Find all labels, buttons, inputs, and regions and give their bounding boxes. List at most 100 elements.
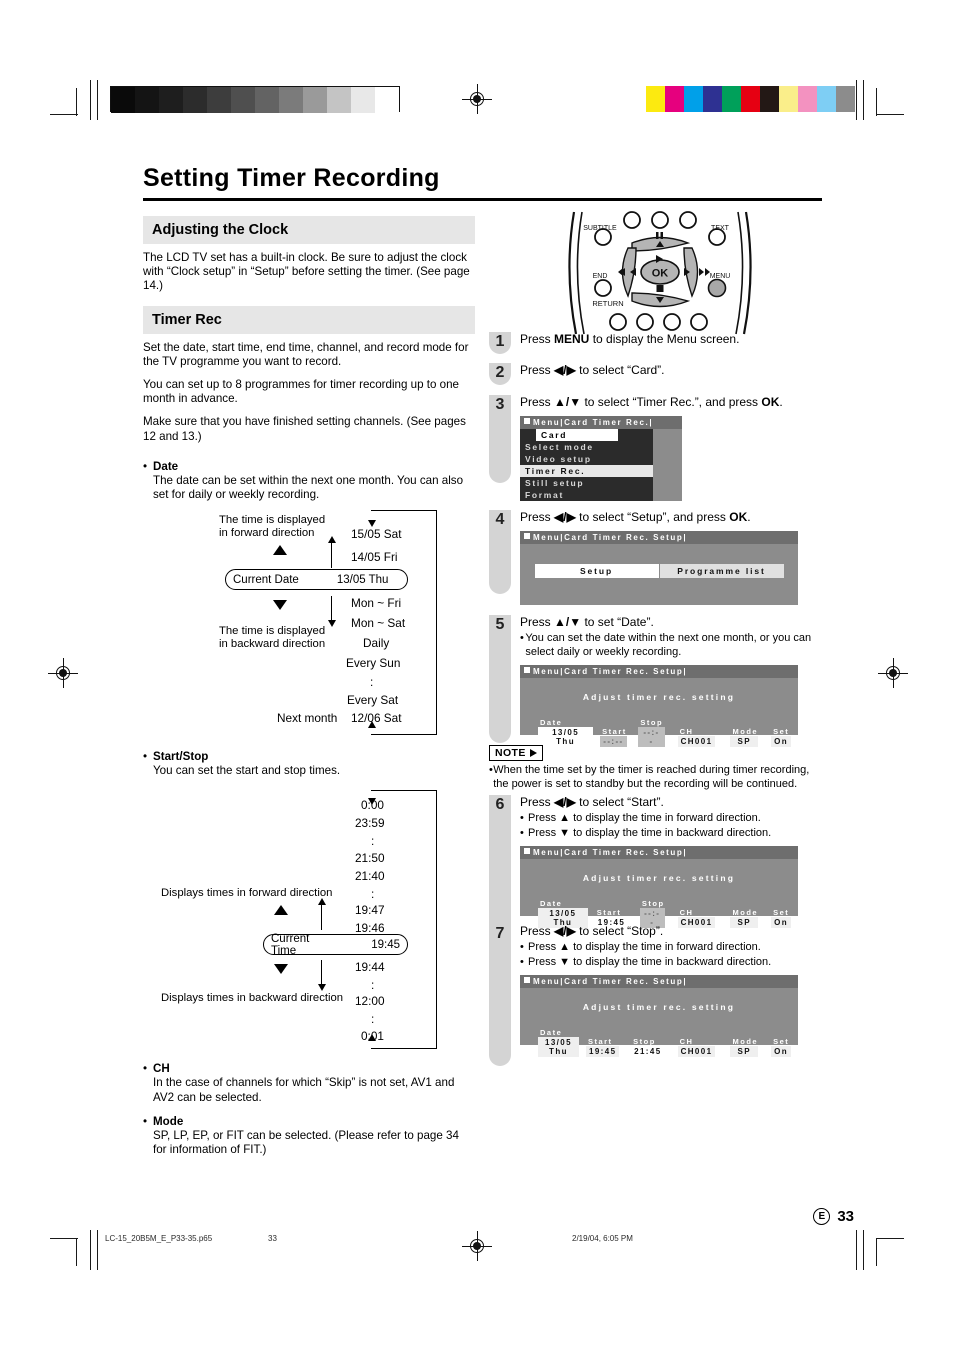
- step-number-badge: 5: [489, 615, 511, 743]
- osd-value-mode[interactable]: SP: [730, 736, 759, 747]
- step-7-sub-2: • Press ▼ to display the time in backward…: [520, 955, 822, 969]
- step-4-post: .: [747, 510, 751, 524]
- bullet-glyph: •: [143, 1114, 148, 1128]
- osd-value-start[interactable]: --:--: [600, 736, 627, 747]
- step-6-sub-2-text: Press ▼ to display the time in backward …: [528, 827, 772, 840]
- mode-text: SP, LP, EP, or FIT can be selected. (Ple…: [153, 1128, 459, 1157]
- page-marker: E 33: [813, 1208, 854, 1225]
- current-date-label: Current Date: [233, 573, 299, 586]
- osd-menu-item-format[interactable]: Format: [520, 489, 653, 501]
- bullet-glyph: •: [520, 941, 524, 954]
- cycle-loop-arrow-top: [368, 520, 376, 528]
- step-1-post: to display the Menu screen.: [589, 332, 740, 346]
- osd-value-stop[interactable]: 21:45: [631, 1046, 665, 1058]
- cycle-loop-arrow-bottom: [368, 1034, 376, 1042]
- step-2-post: to select “Card”.: [575, 363, 665, 377]
- osd-button-programme-list[interactable]: Programme list: [659, 564, 784, 578]
- step-number-badge: 4: [489, 510, 511, 594]
- step-7-post: to select “Stop”.: [575, 924, 664, 939]
- step-4: 4 Press ◀/▶ to select “Setup”, and press…: [489, 510, 822, 605]
- osd-square-icon: [524, 667, 530, 673]
- osd-titlebar: Menu|Card Timer Rec.|: [520, 416, 682, 429]
- osd-col-date: Date 13/05 Thu: [538, 1028, 579, 1058]
- step-4-text: Press ◀/▶ to select “Setup”, and press O…: [520, 510, 822, 525]
- osd-square-icon: [524, 533, 530, 539]
- osd-header-stop: Stop: [640, 718, 664, 727]
- osd-col-start: Start --:--: [600, 727, 627, 747]
- osd-value-start[interactable]: 19:45: [585, 1046, 620, 1058]
- osd-value-ch[interactable]: CH001: [677, 736, 716, 747]
- bullet-glyph: •: [143, 750, 148, 764]
- list-item-ch: • CH In the case of channels for which “…: [143, 1062, 475, 1104]
- remote-label-return: RETURN: [592, 299, 623, 308]
- bullet-glyph: •: [520, 956, 524, 969]
- bullet-glyph: •: [143, 1062, 148, 1076]
- bullet-glyph: •: [520, 812, 524, 825]
- osd-header-ch: CH: [679, 727, 694, 736]
- osd-titlebar: Menu|Card Timer Rec. Setup|: [520, 975, 798, 989]
- step-2-pre: Press: [520, 363, 555, 377]
- step-7-sub-1: • Press ▲ to display the time in forward …: [520, 940, 822, 954]
- step-3: 3 Press ▲/▼ to select “Timer Rec.”, and …: [489, 395, 822, 501]
- osd-header-start: Start: [587, 1037, 613, 1047]
- date-next-month-label: Next month: [277, 711, 338, 726]
- osd-value-date[interactable]: 13/05 Thu: [538, 727, 594, 747]
- osd-value-date[interactable]: 13/05 Thu: [538, 1037, 579, 1058]
- osd-titlebar-text: Menu|Card Timer Rec. Setup|: [533, 667, 688, 676]
- osd-col-ch: CH CH001: [677, 1037, 716, 1058]
- osd-header-set: Set: [773, 727, 790, 736]
- osd-menu-item-select-mode[interactable]: Select mode: [520, 441, 653, 453]
- osd-value-set[interactable]: On: [771, 1046, 791, 1058]
- osd-adjust-title: Adjust timer rec. setting: [582, 692, 736, 702]
- page-number: 33: [837, 1208, 854, 1225]
- date-backward-label-line2: in backward direction: [219, 638, 326, 651]
- forward-arrow-head: [318, 898, 326, 906]
- osd-header-stop: Stop: [633, 1037, 656, 1047]
- osd-square-icon: [524, 418, 530, 424]
- note-badge: NOTE: [489, 745, 543, 761]
- step-3-text: Press ▲/▼ to select “Timer Rec.”, and pr…: [520, 395, 822, 410]
- arrow-keys-icon: ◀/▶: [554, 510, 576, 524]
- date-forward-label-line1: The time is displayed: [219, 514, 326, 527]
- step-3-mid: to select “Timer Rec.”, and press: [581, 395, 762, 409]
- up-triangle-icon: [273, 545, 287, 556]
- osd-menu-item-timer-rec[interactable]: Timer Rec.: [520, 465, 653, 477]
- step-1-key: MENU: [554, 332, 590, 346]
- note-label: NOTE: [495, 747, 526, 759]
- step-5-text: Press ▲/▼ to set “Date”.: [520, 615, 822, 630]
- arrow-keys-icon: ◀/▶: [554, 924, 576, 939]
- down-triangle-icon: [273, 600, 287, 611]
- list-item-mode: • Mode SP, LP, EP, or FIT can be selecte…: [143, 1115, 475, 1157]
- timer-paragraph-3: Make sure that you have finished setting…: [143, 415, 466, 443]
- osd-header-stop: Stop: [641, 899, 665, 909]
- osd-menu-item-video-setup[interactable]: Video setup: [520, 453, 653, 465]
- remote-label-text: TEXT: [711, 225, 730, 232]
- footer-filename: LC-15_20B5M_E_P33-35.p65: [105, 1234, 213, 1243]
- step-3-key-ok: OK: [761, 395, 780, 409]
- osd-adjust-screen-step7: Menu|Card Timer Rec. Setup| Adjust timer…: [520, 975, 798, 1058]
- date-cycle-diagram: The time is displayed in forward directi…: [143, 510, 475, 740]
- arrow-keys-icon: ▲/▼: [554, 615, 582, 629]
- osd-button-setup[interactable]: Setup: [534, 564, 659, 578]
- timer-paragraph-1: Set the date, start time, end time, chan…: [143, 340, 469, 368]
- step-7-text: Press ◀/▶ to select “Stop”.: [520, 924, 822, 939]
- step-6-sub-2: • Press ▼ to display the time in backward…: [520, 826, 822, 840]
- arrow-keys-icon: ◀/▶: [554, 363, 576, 377]
- right-column-steps: 1 Press MENU to display the Menu screen.…: [489, 332, 822, 1067]
- osd-titlebar: Menu|Card Timer Rec. Setup|: [520, 846, 798, 860]
- step-6-text: Press ◀/▶ to select “Start”.: [520, 795, 822, 810]
- footer-timestamp: 2/19/04, 6:05 PM: [572, 1234, 633, 1243]
- remote-label-end: END: [593, 273, 608, 280]
- osd-square-icon: [524, 977, 530, 984]
- cycle-loop-path: [371, 790, 437, 1050]
- osd-value-stop[interactable]: --:--: [638, 727, 665, 747]
- osd-adjust-screen-step5: Menu|Card Timer Rec. Setup| Adjust timer…: [520, 665, 798, 747]
- forward-arrow-shaft: [331, 542, 333, 569]
- osd-menu-screen: Menu|Card Timer Rec.| Card Select mode V…: [520, 416, 682, 501]
- osd-menu-item-still-setup[interactable]: Still setup: [520, 477, 653, 489]
- osd-value-set[interactable]: On: [771, 736, 791, 747]
- osd-value-mode[interactable]: SP: [730, 1046, 759, 1058]
- backward-arrow-shaft: [331, 596, 333, 623]
- osd-value-ch[interactable]: CH001: [677, 1046, 716, 1058]
- arrow-keys-icon: ◀/▶: [554, 795, 576, 810]
